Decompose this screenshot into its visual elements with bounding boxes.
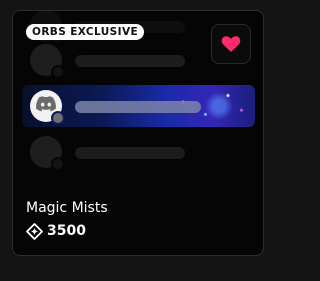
username-placeholder [75,101,201,113]
preview-row [13,131,263,173]
product-card[interactable]: ORBS EXCLUSIVE Magic Mists 3500 [12,10,264,256]
status-indicator [51,65,65,79]
status-indicator [51,111,65,125]
status-indicator [51,157,65,171]
username-placeholder [75,147,185,159]
price-value: 3500 [47,223,86,239]
username-placeholder [75,55,185,67]
heart-icon [221,35,241,53]
item-price: 3500 [26,222,86,240]
orb-icon [26,222,43,240]
preview-row-highlighted [22,85,255,127]
orbs-exclusive-badge: ORBS EXCLUSIVE [26,24,145,40]
item-name: Magic Mists [26,200,108,216]
favorite-button[interactable] [211,24,251,64]
